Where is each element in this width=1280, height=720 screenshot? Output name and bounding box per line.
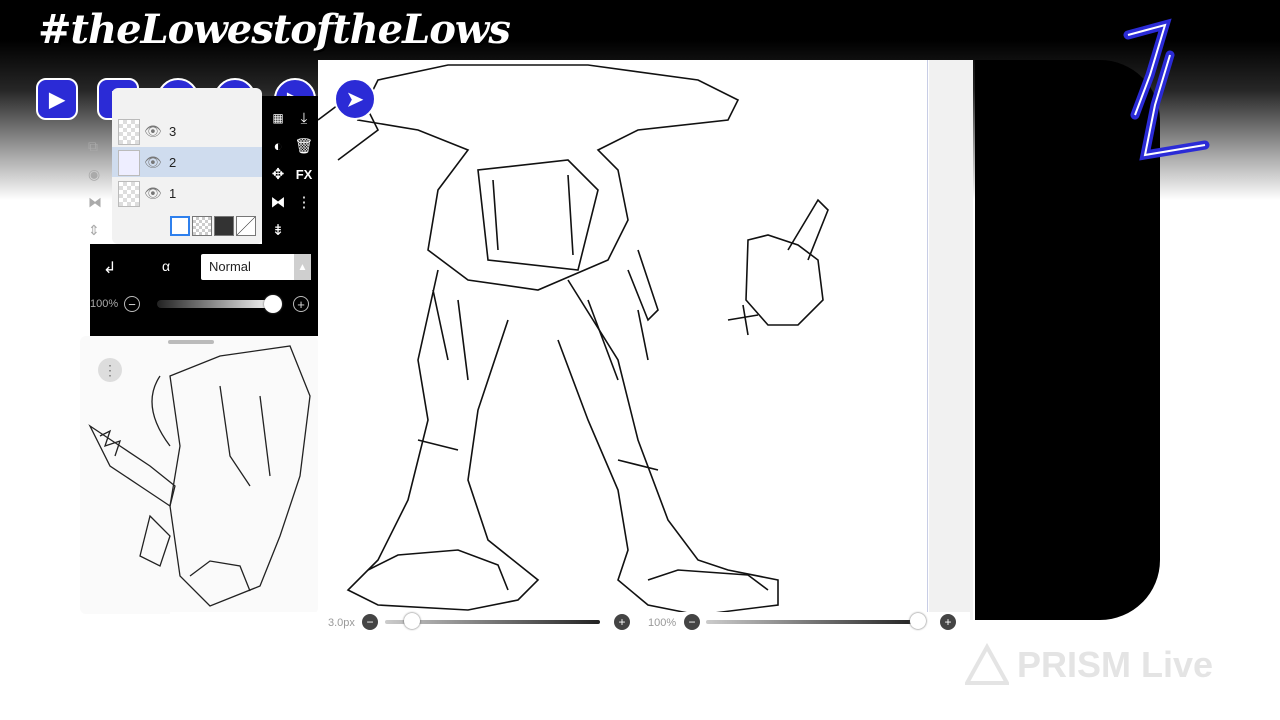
reference-panel: ⋮ xyxy=(80,336,318,614)
canvas-edge xyxy=(927,60,928,620)
opacity-label: 100% xyxy=(90,298,119,310)
layer-name: 1 xyxy=(169,185,177,201)
swatch-transparent[interactable] xyxy=(192,216,212,236)
alpha-lock-icon[interactable]: ▦ xyxy=(266,106,290,130)
clipping-icon[interactable]: ↲ xyxy=(103,258,116,278)
reference-image xyxy=(88,345,311,607)
layer-name: 3 xyxy=(169,123,177,139)
layer-thumbnail xyxy=(118,181,140,207)
youtube-icon[interactable]: ▶ xyxy=(36,78,78,120)
layers-panel: 👁 3 👁 2 👁 1 xyxy=(112,88,262,244)
canvas-margin xyxy=(929,60,973,620)
layer-tools: ▦ ⤓ ◐ 🗑 ✥ FX ⧓ ⋮ ⇟ xyxy=(262,96,318,244)
brush-size-label: 3.0px xyxy=(328,617,355,629)
download-icon[interactable]: ⤓ xyxy=(292,106,316,130)
flip-icon[interactable]: ⧓ xyxy=(88,194,102,211)
opacity-slider-knob[interactable] xyxy=(264,295,282,313)
layer-name: 2 xyxy=(169,154,177,170)
telegram-icon[interactable]: ➤ xyxy=(334,78,376,120)
mask-icon[interactable]: ◐ xyxy=(266,134,290,158)
brush-opacity-minus-icon[interactable]: − xyxy=(684,614,700,630)
move-icon[interactable]: ✥ xyxy=(266,162,290,186)
brush-opacity-knob[interactable] xyxy=(910,613,926,629)
merge-down-icon[interactable]: ⇟ xyxy=(266,218,290,242)
plus-icon[interactable]: + xyxy=(293,296,309,312)
more-vertical-icon[interactable]: ⋮ xyxy=(292,190,316,214)
stream-title: #theLowestoftheLows xyxy=(38,6,511,53)
swatch-none[interactable] xyxy=(236,216,256,236)
chevron-up-icon[interactable]: ▲ xyxy=(294,254,311,280)
channel-logo-icon xyxy=(1123,18,1210,161)
layer-row[interactable]: 👁 3 xyxy=(112,116,262,146)
swatch-dark[interactable] xyxy=(214,216,234,236)
layer-row-selected[interactable]: 👁 2 xyxy=(112,147,262,177)
robot-sketch xyxy=(318,64,829,616)
swatch-white[interactable] xyxy=(170,216,190,236)
brush-size-plus-icon[interactable]: + xyxy=(614,614,630,630)
eye-icon[interactable]: 👁 xyxy=(144,154,162,171)
minus-icon[interactable]: − xyxy=(124,296,140,312)
eye-icon[interactable]: 👁 xyxy=(144,185,162,202)
duplicate-icon[interactable]: ⧉ xyxy=(88,138,98,155)
prism-logo-icon xyxy=(965,643,1009,685)
prism-live-watermark: PRISM Live xyxy=(965,640,1245,690)
brush-opacity-label: 100% xyxy=(648,617,677,629)
opacity-slider[interactable] xyxy=(157,300,277,308)
fx-icon[interactable]: FX xyxy=(292,162,316,186)
trash-icon[interactable]: 🗑 xyxy=(292,134,316,158)
layer-row[interactable]: 👁 1 xyxy=(112,178,262,208)
flip-horizontal-icon[interactable]: ⧓ xyxy=(266,190,290,214)
lock-icon[interactable]: α xyxy=(162,258,170,274)
brush-opacity-slider[interactable] xyxy=(706,620,916,624)
camera-icon[interactable]: ◉ xyxy=(88,166,100,183)
merge-icon[interactable]: ⇕ xyxy=(88,222,100,239)
layer-thumbnail xyxy=(118,150,140,176)
eye-icon[interactable]: 👁 xyxy=(144,123,162,140)
brush-size-knob[interactable] xyxy=(404,613,420,629)
brush-size-minus-icon[interactable]: − xyxy=(362,614,378,630)
watermark-text: PRISM Live xyxy=(1017,644,1214,685)
drawing-canvas[interactable] xyxy=(318,60,930,620)
layer-thumbnail xyxy=(118,119,140,145)
brush-opacity-plus-icon[interactable]: + xyxy=(940,614,956,630)
brush-bar xyxy=(170,612,970,636)
background-swatches xyxy=(170,216,256,236)
